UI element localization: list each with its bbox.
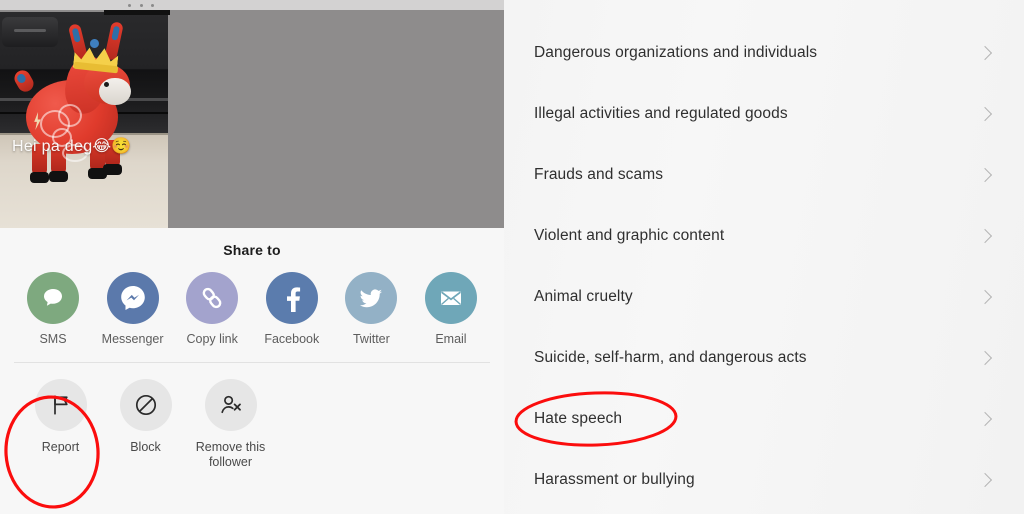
video-top-black-bar <box>104 10 170 15</box>
reason-label: Suicide, self-harm, and dangerous acts <box>534 348 807 366</box>
reason-row-violent-graphic-content[interactable]: Violent and graphic content <box>504 205 1024 266</box>
chevron-right-icon <box>977 45 993 60</box>
share-target-email[interactable]: Email <box>414 272 488 346</box>
app-top-chrome <box>0 0 504 10</box>
envelope-icon <box>424 272 477 324</box>
video-caption-emojis: 😂☺️ <box>92 136 132 155</box>
facebook-icon <box>265 272 318 324</box>
share-target-label: Twitter <box>352 332 390 346</box>
reason-label: Harassment or bullying <box>534 470 695 488</box>
share-target-label: Messenger <box>101 332 164 346</box>
reason-label: Illegal activities and regulated goods <box>534 104 788 122</box>
person-remove-icon <box>204 379 257 431</box>
action-block[interactable]: Block <box>103 379 188 470</box>
flag-icon <box>34 379 87 431</box>
share-target-label: Email <box>435 332 467 346</box>
video-thumbnail[interactable]: Hei pa deg😂☺️ <box>0 12 168 228</box>
chevron-right-icon <box>977 106 993 121</box>
reason-row-harassment-bullying[interactable]: Harassment or bullying <box>504 449 1024 510</box>
chevron-right-icon <box>977 228 993 243</box>
action-label: Report <box>41 440 80 454</box>
twitter-bird-icon <box>345 272 398 324</box>
action-remove-follower[interactable]: Remove this follower <box>188 379 273 470</box>
reason-row-frauds-and-scams[interactable]: Frauds and scams <box>504 144 1024 205</box>
reason-row-suicide-self-harm[interactable]: Suicide, self-harm, and dangerous acts <box>504 327 1024 388</box>
action-label: Remove this follower <box>195 440 266 469</box>
share-sheet: Share to SMS Messenger Copy link Faceboo… <box>0 228 504 514</box>
share-target-copy-link[interactable]: Copy link <box>175 272 249 346</box>
share-targets-row: SMS Messenger Copy link Facebook Twitter… <box>0 258 504 346</box>
share-sheet-panel: Hei pa deg😂☺️ Share to SMS Messenger Cop… <box>0 0 504 514</box>
reason-row-hate-speech[interactable]: Hate speech <box>504 388 1024 449</box>
chevron-right-icon <box>977 350 993 365</box>
share-sheet-title: Share to <box>223 242 281 258</box>
reason-row-dangerous-organizations[interactable]: Dangerous organizations and individuals <box>504 22 1024 83</box>
chevron-right-icon <box>977 167 993 182</box>
thumbnail-scene <box>0 12 168 228</box>
chevron-right-icon <box>977 289 993 304</box>
share-target-label: SMS <box>39 332 67 346</box>
more-horizontal-icon[interactable] <box>128 1 154 9</box>
reason-row-animal-cruelty[interactable]: Animal cruelty <box>504 266 1024 327</box>
reason-label: Hate speech <box>534 409 623 427</box>
share-target-twitter[interactable]: Twitter <box>334 272 408 346</box>
messenger-icon <box>106 272 159 324</box>
share-target-label: Facebook <box>264 332 320 346</box>
video-caption: Hei pa deg😂☺️ <box>12 136 132 156</box>
link-chain-icon <box>186 272 239 324</box>
video-preview-area: Hei pa deg😂☺️ <box>0 0 504 228</box>
share-target-facebook[interactable]: Facebook <box>255 272 329 346</box>
reason-row-illegal-activities[interactable]: Illegal activities and regulated goods <box>504 83 1024 144</box>
reason-label: Animal cruelty <box>534 287 633 305</box>
action-report[interactable]: Report <box>18 379 103 470</box>
block-no-entry-icon <box>119 379 172 431</box>
chevron-right-icon <box>977 472 993 487</box>
action-label: Block <box>130 440 161 454</box>
reason-label: Dangerous organizations and individuals <box>534 43 818 61</box>
chevron-right-icon <box>977 411 993 426</box>
share-sheet-actions-row: Report Block Remove this follower <box>0 363 504 470</box>
share-target-label: Copy link <box>186 332 238 346</box>
video-caption-text: Hei pa deg <box>12 138 93 155</box>
sms-chat-bubble-icon <box>27 272 79 324</box>
screenshot-root: Hei pa deg😂☺️ Share to SMS Messenger Cop… <box>0 0 1024 514</box>
reason-label: Frauds and scams <box>534 165 664 183</box>
share-target-messenger[interactable]: Messenger <box>96 272 170 346</box>
reason-label: Violent and graphic content <box>534 226 725 244</box>
report-reason-list: Dangerous organizations and individuals … <box>504 0 1024 510</box>
share-target-sms[interactable]: SMS <box>16 272 90 346</box>
report-reasons-panel: Dangerous organizations and individuals … <box>504 0 1024 514</box>
